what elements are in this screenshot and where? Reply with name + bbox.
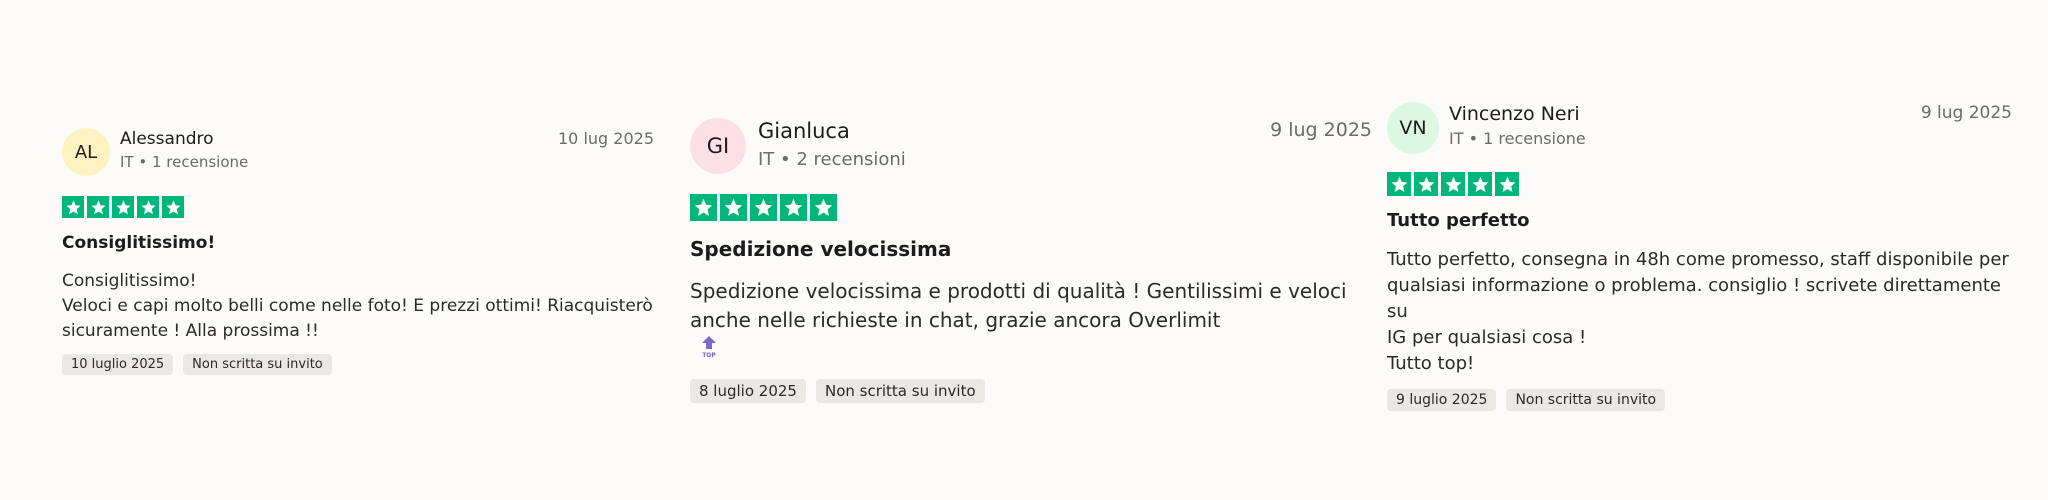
reviewer-meta: IT • 1 recensione	[1449, 129, 1586, 148]
avatar[interactable]: VN	[1387, 102, 1439, 154]
review-header: VN Vincenzo Neri IT • 1 recensione 9 lug…	[1387, 102, 2012, 154]
review-title[interactable]: Consiglitissimo!	[62, 233, 654, 253]
review-date: 9 lug 2025	[1270, 119, 1372, 141]
reviewer-meta: IT • 1 recensione	[120, 153, 249, 171]
top-icon-label: TOP	[702, 352, 716, 359]
reviewer-meta: IT • 2 recensioni	[758, 149, 906, 170]
star-rating	[690, 194, 1372, 221]
review-body-line: qualsiasi informazione o problema. consi…	[1387, 275, 2001, 322]
review-tags: 9 luglio 2025 Non scritta su invito	[1387, 389, 2012, 411]
invite-badge[interactable]: Non scritta su invito	[183, 354, 332, 375]
star-icon	[112, 196, 134, 218]
review-body-line: Tutto perfetto, consegna in 48h come pro…	[1387, 249, 2009, 270]
reviewer-name[interactable]: Vincenzo Neri	[1449, 103, 1586, 125]
invite-badge[interactable]: Non scritta su invito	[815, 379, 985, 403]
star-icon	[87, 196, 109, 218]
experience-date-badge: 10 luglio 2025	[62, 354, 174, 375]
review-card: VN Vincenzo Neri IT • 1 recensione 9 lug…	[1387, 102, 2012, 411]
star-icon	[720, 194, 747, 221]
avatar[interactable]: AL	[62, 128, 110, 176]
star-icon	[137, 196, 159, 218]
review-date: 9 lug 2025	[1920, 103, 2012, 123]
star-icon	[162, 196, 184, 218]
star-icon	[1495, 172, 1519, 196]
review-header: GI Gianluca IT • 2 recensioni 9 lug 2025	[690, 118, 1372, 174]
review-body-line: Veloci e capi molto belli come nelle fot…	[62, 296, 653, 316]
top-arrow-icon: TOP	[700, 335, 1372, 367]
star-rating	[1387, 172, 2012, 196]
reviewer-name[interactable]: Gianluca	[758, 119, 906, 143]
review-title[interactable]: Spedizione velocissima	[690, 237, 1372, 261]
review-body: Spedizione velocissima e prodotti di qua…	[690, 277, 1372, 367]
review-tags: 10 luglio 2025 Non scritta su invito	[62, 354, 654, 375]
avatar[interactable]: GI	[690, 118, 746, 174]
review-header: AL Alessandro IT • 1 recensione 10 lug 2…	[62, 128, 654, 176]
experience-date-badge: 9 luglio 2025	[1387, 389, 1497, 411]
review-card: AL Alessandro IT • 1 recensione 10 lug 2…	[62, 128, 654, 375]
review-tags: 8 luglio 2025 Non scritta su invito	[690, 379, 1372, 403]
review-body-line-with-icon: anche nelle richieste in chat, grazie an…	[690, 306, 1372, 367]
star-icon	[750, 194, 777, 221]
review-body: Tutto perfetto, consegna in 48h come pro…	[1387, 247, 2012, 377]
star-icon	[1441, 172, 1465, 196]
reviewer-name[interactable]: Alessandro	[120, 129, 248, 149]
star-icon	[1468, 172, 1492, 196]
star-rating	[62, 196, 654, 218]
review-body-line: Tutto top!	[1387, 353, 1475, 374]
experience-date-badge: 8 luglio 2025	[690, 379, 806, 403]
star-icon	[690, 194, 717, 221]
star-icon	[810, 194, 837, 221]
star-icon	[1414, 172, 1438, 196]
review-body-line: Spedizione velocissima e prodotti di qua…	[690, 279, 1347, 303]
invite-badge[interactable]: Non scritta su invito	[1506, 389, 1666, 411]
review-card: GI Gianluca IT • 2 recensioni 9 lug 2025…	[690, 118, 1372, 403]
review-body-line: IG per qualsiasi cosa !	[1387, 327, 1587, 348]
star-icon	[1387, 172, 1411, 196]
review-title[interactable]: Tutto perfetto	[1387, 210, 2012, 231]
review-date: 10 lug 2025	[558, 129, 654, 148]
review-body: Consiglitissimo! Veloci e capi molto bel…	[62, 269, 654, 344]
star-icon	[780, 194, 807, 221]
star-icon	[62, 196, 84, 218]
review-body-line: anche nelle richieste in chat, grazie an…	[690, 308, 1221, 332]
review-body-line: sicuramente ! Alla prossima !!	[62, 321, 319, 341]
review-body-line: Consiglitissimo!	[62, 271, 197, 291]
